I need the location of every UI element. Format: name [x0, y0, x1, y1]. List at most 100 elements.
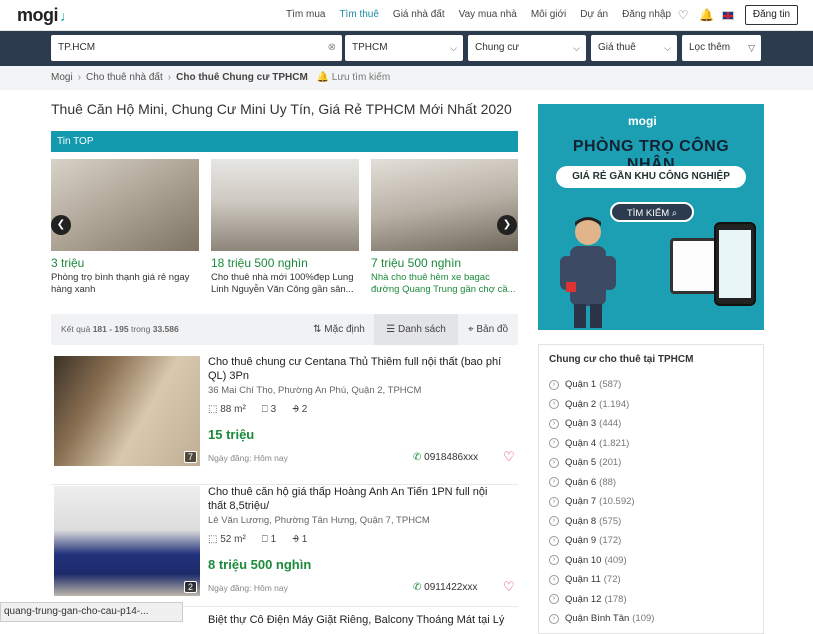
nav-tim-mua[interactable]: Tìm mua: [286, 9, 325, 20]
district-list: › Quận 1 (587) › Quận 2 (1.194) › Quận 3 (444)…: [549, 375, 654, 629]
chevron-right-icon: ›: [549, 438, 559, 449]
phone-value: 0911422xxx: [424, 582, 478, 593]
city-select[interactable]: TPHCM ⌵: [345, 35, 463, 61]
top-card[interactable]: 18 triệu 500 nghìn Cho thuê nhà mới 100%…: [211, 159, 359, 296]
carousel-prev-icon[interactable]: ❮: [51, 215, 71, 235]
listing-date: Ngày đăng: Hôm nay: [208, 583, 288, 593]
district-count: (409): [604, 554, 627, 566]
district-item[interactable]: › Quận Bình Tân (109): [549, 609, 654, 629]
ad-banner[interactable]: mogi PHÒNG TRỌ CÔNG NHÂN GIÁ RẺ GẦN KHU …: [538, 104, 764, 330]
district-list-title: Chung cư cho thuê tại TPHCM: [549, 354, 694, 365]
top-card-desc: Cho thuê nhà mới 100%đẹp Lung Linh Nguyễ…: [211, 272, 354, 295]
district-count: (1.821): [599, 437, 630, 449]
nav-vay-mua-nha[interactable]: Vay mua nhà: [459, 9, 517, 20]
property-type-select[interactable]: Chung cư ⌵: [468, 35, 586, 61]
ad-phone-image: [714, 222, 756, 306]
favorite-heart-icon[interactable]: ♡: [503, 579, 515, 595]
listing-phone[interactable]: ✆ 0911422xxx: [413, 582, 477, 593]
tab-map[interactable]: ⌖ Bản đồ: [458, 314, 518, 345]
heart-icon[interactable]: ♡: [676, 8, 690, 22]
district-count: (178): [604, 593, 627, 605]
listing-photo[interactable]: 2: [54, 486, 200, 596]
bath-prop: ⨮ 1: [292, 534, 307, 545]
header-icons: ♡ 🔔: [676, 8, 734, 22]
carousel-next-icon[interactable]: ❯: [497, 215, 517, 235]
nav-tim-thue[interactable]: Tìm thuê: [339, 9, 378, 20]
more-filter-button[interactable]: Lọc thêm ▽: [682, 35, 761, 61]
worker-illustration: [560, 217, 616, 328]
area-value: 52 m²: [220, 534, 246, 545]
mogi-logo[interactable]: mogi ♩: [17, 5, 74, 26]
district-count: (172): [599, 535, 622, 547]
district-item[interactable]: › Quận 12 (178): [549, 590, 654, 610]
top-card-image: [51, 159, 199, 251]
nav-dang-nhap[interactable]: Đăng nhập: [622, 9, 671, 20]
baths-value: 2: [301, 404, 308, 415]
favorite-heart-icon[interactable]: ♡: [503, 449, 515, 465]
city-value: TPHCM: [352, 42, 388, 53]
district-item[interactable]: › Quận 7 (10.592): [549, 492, 654, 512]
nav-moi-gioi[interactable]: Môi giới: [531, 9, 566, 20]
clear-icon[interactable]: ⊗: [328, 35, 336, 61]
top-card-price: 7 triệu 500 nghìn: [371, 256, 462, 270]
bell-icon: 🔔: [316, 72, 330, 83]
post-listing-button[interactable]: Đăng tin: [745, 5, 798, 25]
bath-icon: ⨮: [292, 404, 299, 415]
save-search-link[interactable]: 🔔 Lưu tìm kiếm: [317, 72, 391, 83]
district-item[interactable]: › Quận 4 (1.821): [549, 434, 654, 454]
listing-item[interactable]: 2 Cho thuê căn hộ giá thấp Hoàng Anh An …: [51, 485, 518, 607]
chevron-right-icon: ›: [549, 613, 559, 624]
list-icon: ☰: [386, 324, 396, 335]
district-item[interactable]: › Quận 6 (88): [549, 473, 654, 493]
ad-search-button[interactable]: TÌM KIẾM ⌕: [610, 202, 694, 222]
breadcrumb: Mogi › Cho thuê nhà đất › Cho thuê Chung cư …: [0, 66, 813, 90]
ad-cta-label: TÌM KIẾM: [626, 208, 670, 219]
listing-item[interactable]: 7 Cho thuê chung cư Centana Thủ Thiêm fu…: [51, 355, 518, 485]
price-select[interactable]: Giá thuê ⌵: [591, 35, 677, 61]
tab-default[interactable]: ⇅ Mặc định: [304, 314, 374, 345]
district-item[interactable]: › Quận 2 (1.194): [549, 395, 654, 415]
chevron-down-icon: ⌵: [664, 43, 671, 53]
bell-icon[interactable]: 🔔: [699, 8, 714, 22]
chevron-right-icon: ›: [549, 418, 559, 429]
top-card[interactable]: 7 triệu 500 nghìn Nhà cho thuê hẻm xe ba…: [371, 159, 518, 296]
district-item[interactable]: › Quận 1 (587): [549, 375, 654, 395]
results-mid: trong: [130, 324, 151, 334]
district-item[interactable]: › Quận 5 (201): [549, 453, 654, 473]
listing-title[interactable]: Cho thuê căn hộ giá thấp Hoàng Anh An Ti…: [208, 485, 508, 513]
listing-props: ⬚ 88 m² ⎕ 3 ⨮ 2: [208, 404, 307, 415]
bed-icon: ⎕: [261, 404, 268, 415]
listing-photo[interactable]: 7: [54, 356, 200, 466]
page-title: Thuê Căn Hộ Mini, Chung Cư Mini Uy Tín, …: [51, 101, 512, 117]
chevron-right-icon: ›: [549, 496, 559, 507]
uk-flag-icon[interactable]: [722, 10, 734, 20]
district-count: (1.194): [599, 398, 630, 410]
district-item[interactable]: › Quận 8 (575): [549, 512, 654, 532]
listing-title[interactable]: Biệt thự Cô Điện Máy Giặt Riêng, Balcony…: [208, 614, 504, 626]
keyword-search-input[interactable]: TP.HCM ⊗: [51, 35, 342, 61]
district-count: (587): [599, 379, 622, 391]
district-item[interactable]: › Quận 9 (172): [549, 531, 654, 551]
district-count: (575): [599, 515, 622, 527]
district-name: Quận 11: [565, 574, 601, 586]
listing-address: 36 Mai Chí Thọ, Phường An Phú, Quận 2, T…: [208, 385, 422, 396]
ad-logo: mogi: [628, 114, 657, 128]
district-item[interactable]: › Quận 3 (444): [549, 414, 654, 434]
nav-gia-nha-dat[interactable]: Giá nhà đất: [393, 9, 445, 20]
district-count: (10.592): [599, 496, 635, 508]
bed-prop: ⎕ 1: [262, 534, 276, 545]
district-count: (201): [599, 457, 622, 469]
listing-phone[interactable]: ✆ 0918486xxx: [413, 452, 478, 463]
listing-title[interactable]: Cho thuê chung cư Centana Thủ Thiêm full…: [208, 355, 508, 383]
nav-du-an[interactable]: Dự án: [580, 9, 608, 20]
top-card-desc: Phòng trọ bình thạnh giá rẻ ngay hàng xa…: [51, 272, 190, 295]
district-item[interactable]: › Quận 11 (72): [549, 570, 654, 590]
top-listings-header: Tin TOP: [51, 131, 518, 152]
district-name: Quận 2: [565, 398, 597, 410]
top-card[interactable]: 3 triệu Phòng trọ bình thạnh giá rẻ ngay…: [51, 159, 199, 296]
breadcrumb-mogi[interactable]: Mogi: [51, 72, 73, 83]
district-item[interactable]: › Quận 10 (409): [549, 551, 654, 571]
area-value: 88 m²: [220, 404, 246, 415]
breadcrumb-cho-thue[interactable]: Cho thuê nhà đất: [86, 72, 163, 83]
tab-list[interactable]: ☰ Danh sách: [374, 314, 458, 345]
